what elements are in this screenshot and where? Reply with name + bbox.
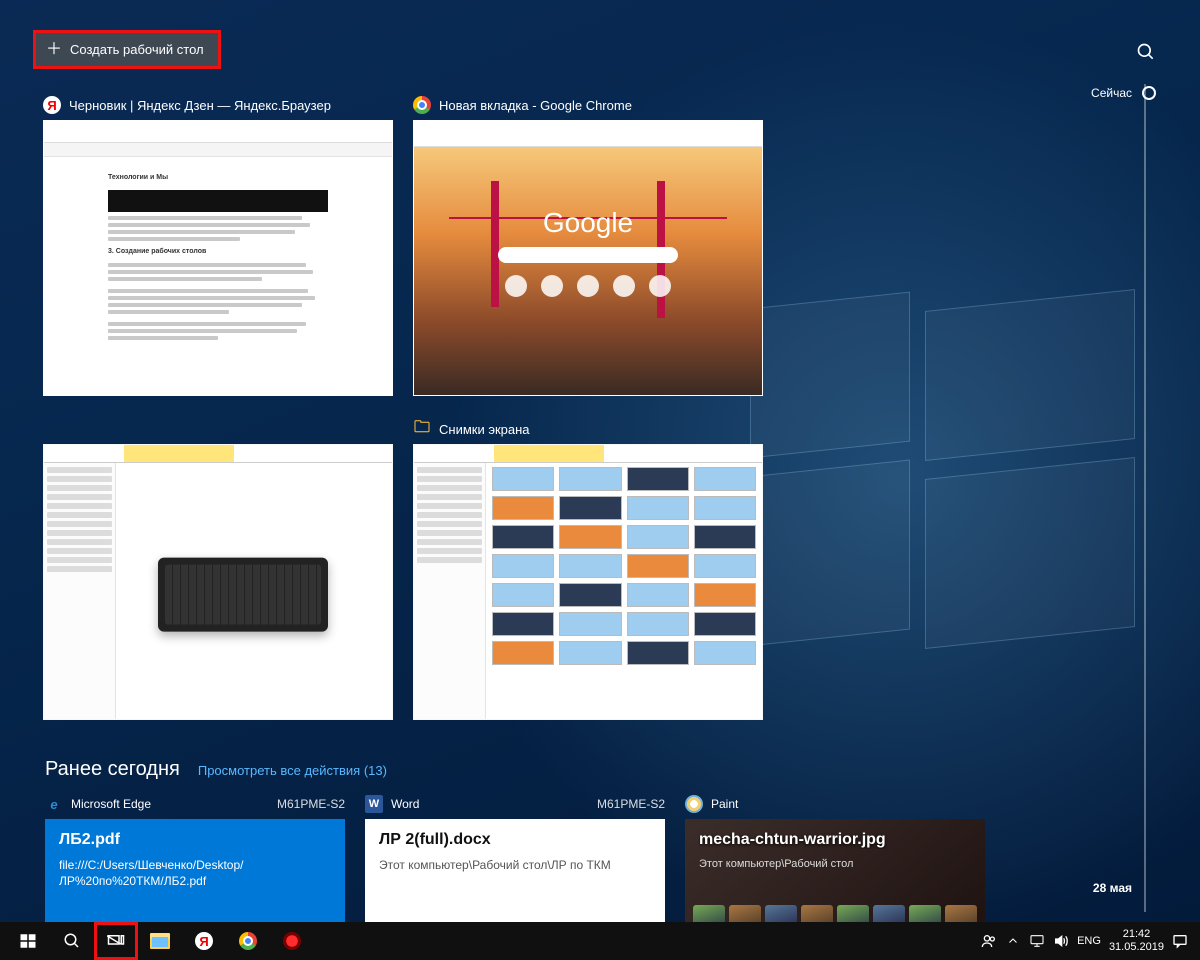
task-view-windows: Я Черновик | Яндекс Дзен — Яндекс.Браузе… xyxy=(43,96,763,720)
network-icon[interactable] xyxy=(1029,933,1045,949)
task-view-icon xyxy=(107,932,125,950)
activity-title: ЛБ2.pdf xyxy=(59,831,331,849)
activity-sub: file:///C:/Users/Шевченко/Desktop/ЛР%20п… xyxy=(59,857,331,889)
taskbar-time: 21:42 xyxy=(1109,928,1164,941)
activity-open[interactable]: mecha-chtun-warrior.jpg Этот компьютер\Р… xyxy=(685,819,985,937)
activity-card-word: W Word M61PME-S2 ЛР 2(full).docx Этот ко… xyxy=(365,795,665,937)
activity-title: mecha-chtun-warrior.jpg xyxy=(699,831,971,849)
timeline-rail[interactable] xyxy=(1144,84,1146,912)
yandex-browser-icon: Я xyxy=(43,96,61,114)
taskbar-search-button[interactable] xyxy=(50,922,94,960)
thumb-heading: 3. Создание рабочих столов xyxy=(108,247,328,258)
window-thumbnail[interactable] xyxy=(413,444,763,720)
activity-app: Paint xyxy=(711,797,738,811)
timeline-search-button[interactable] xyxy=(1136,42,1156,67)
earlier-heading: Ранее сегодня xyxy=(45,758,180,781)
chrome-icon xyxy=(239,932,257,950)
new-desktop-button[interactable]: ＋ Создать рабочий стол xyxy=(33,30,221,69)
taskbar-app-explorer[interactable] xyxy=(138,922,182,960)
taskbar: Я ENG 21:42 31.05.2019 xyxy=(0,922,1200,960)
new-desktop-label: Создать рабочий стол xyxy=(70,42,204,57)
start-button[interactable] xyxy=(6,922,50,960)
activity-source: M61PME-S2 xyxy=(277,797,345,811)
window-thumbnail[interactable]: Технологии и Мы 3. Создание рабочих стол… xyxy=(43,120,393,396)
activity-sub: Этот компьютер\Рабочий стол xyxy=(699,857,971,872)
chrome-icon xyxy=(413,96,431,114)
search-icon xyxy=(1136,42,1156,62)
action-center-icon[interactable] xyxy=(1172,933,1188,949)
taskbar-app-recorder[interactable] xyxy=(270,922,314,960)
window-thumbnail[interactable]: Google xyxy=(413,120,763,396)
word-icon: W xyxy=(365,795,383,813)
activity-app: Word xyxy=(391,797,419,811)
windows-icon xyxy=(19,932,37,950)
record-icon xyxy=(283,932,301,950)
timeline-now-marker xyxy=(1142,86,1156,100)
window-title: Снимки экрана xyxy=(439,422,530,437)
edge-icon: e xyxy=(45,795,63,813)
file-explorer-icon xyxy=(150,933,170,949)
window-chrome: Новая вкладка - Google Chrome Google xyxy=(413,96,763,396)
thumb-heading: Технологии и Мы xyxy=(108,173,328,184)
taskbar-app-chrome[interactable] xyxy=(226,922,270,960)
timeline-earlier-section: Ранее сегодня Просмотреть все действия (… xyxy=(45,758,990,937)
paint-icon xyxy=(685,795,703,813)
activity-open[interactable]: ЛР 2(full).docx Этот компьютер\Рабочий с… xyxy=(365,819,665,937)
task-view-button[interactable] xyxy=(94,922,138,960)
timeline-now-label: Сейчас xyxy=(1091,86,1132,100)
window-explorer-1 xyxy=(43,420,393,720)
window-explorer-2: 🗀 Снимки экрана xyxy=(413,420,763,720)
timeline-past-label: 28 мая xyxy=(1093,881,1132,895)
activity-app: Microsoft Edge xyxy=(71,797,151,811)
view-all-activities-link[interactable]: Просмотреть все действия (13) xyxy=(198,763,387,778)
wallpaper-pane xyxy=(925,289,1135,461)
volume-icon[interactable] xyxy=(1053,933,1069,949)
taskbar-clock[interactable]: 21:42 31.05.2019 xyxy=(1109,928,1164,953)
window-title: Черновик | Яндекс Дзен — Яндекс.Браузер xyxy=(69,98,331,113)
activity-card-edge: e Microsoft Edge M61PME-S2 ЛБ2.pdf file:… xyxy=(45,795,345,937)
activity-open[interactable]: ЛБ2.pdf file:///C:/Users/Шевченко/Deskto… xyxy=(45,819,345,937)
yandex-browser-icon: Я xyxy=(195,932,213,950)
activity-sub: Этот компьютер\Рабочий стол\ЛР по ТКМ xyxy=(379,857,651,873)
activity-title: ЛР 2(full).docx xyxy=(379,831,651,849)
system-tray: ENG 21:42 31.05.2019 xyxy=(975,928,1194,953)
tray-chevron-up-icon[interactable] xyxy=(1005,933,1021,949)
activity-card-paint: Paint mecha-chtun-warrior.jpg Этот компь… xyxy=(685,795,985,937)
taskbar-date: 31.05.2019 xyxy=(1109,941,1164,954)
activity-source: M61PME-S2 xyxy=(597,797,665,811)
search-icon xyxy=(63,932,81,950)
folder-icon: 🗀 xyxy=(413,420,431,438)
wallpaper-pane xyxy=(925,457,1135,649)
wallpaper-pane xyxy=(748,459,910,646)
window-thumbnail[interactable] xyxy=(43,444,393,720)
google-logo-text: Google xyxy=(414,207,762,239)
language-indicator[interactable]: ENG xyxy=(1077,935,1101,947)
window-yandex-browser: Я Черновик | Яндекс Дзен — Яндекс.Браузе… xyxy=(43,96,393,396)
window-title: Новая вкладка - Google Chrome xyxy=(439,98,632,113)
taskbar-app-yandex[interactable]: Я xyxy=(182,922,226,960)
wallpaper-pane xyxy=(750,292,910,459)
people-icon[interactable] xyxy=(981,933,997,949)
